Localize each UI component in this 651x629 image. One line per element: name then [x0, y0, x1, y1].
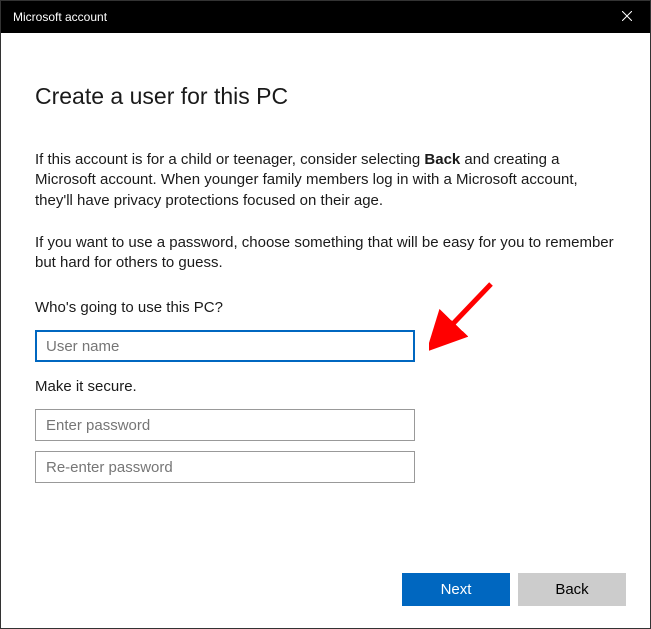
dialog-window: Microsoft account Create a user for this… — [0, 0, 651, 629]
intro-bold: Back — [424, 151, 460, 168]
password-input[interactable] — [35, 409, 415, 441]
dialog-content: Create a user for this PC If this accoun… — [1, 33, 650, 628]
password-hint-paragraph: If you want to use a password, choose so… — [35, 233, 616, 274]
reenter-password-input[interactable] — [35, 451, 415, 483]
close-icon — [622, 10, 632, 24]
username-label: Who's going to use this PC? — [35, 299, 616, 316]
titlebar: Microsoft account — [1, 1, 650, 33]
secure-label: Make it secure. — [35, 378, 616, 395]
dialog-footer: Next Back — [402, 573, 626, 606]
intro-paragraph: If this account is for a child or teenag… — [35, 150, 616, 211]
page-title: Create a user for this PC — [35, 83, 616, 110]
titlebar-title: Microsoft account — [13, 10, 107, 24]
next-button[interactable]: Next — [402, 573, 510, 606]
back-button[interactable]: Back — [518, 573, 626, 606]
username-input[interactable] — [35, 330, 415, 362]
intro-text-before: If this account is for a child or teenag… — [35, 151, 424, 168]
close-button[interactable] — [604, 1, 650, 33]
